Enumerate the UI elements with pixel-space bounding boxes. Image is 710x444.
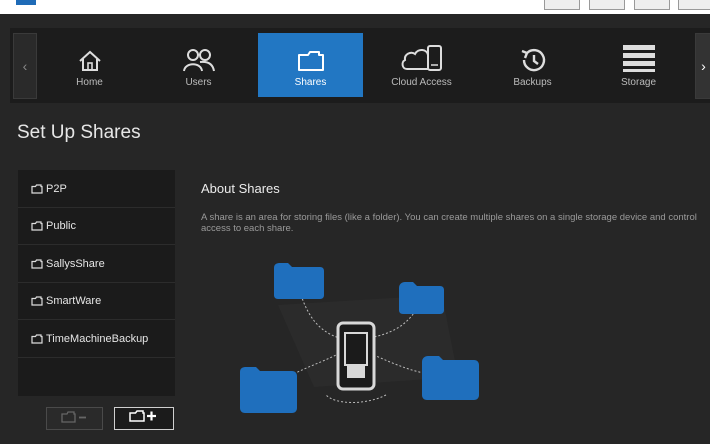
add-share-button[interactable] (114, 407, 174, 430)
header-button[interactable] (589, 0, 625, 10)
share-name: P2P (46, 182, 67, 195)
share-item-p2p[interactable]: P2P (18, 170, 175, 208)
share-item-sallysshare[interactable]: SallysShare (18, 245, 175, 283)
about-shares-description: A share is an area for storing files (li… (201, 212, 697, 234)
folder-icon (31, 295, 43, 306)
shares-list: P2P Public SallysShare SmartWare TimeMac… (18, 170, 175, 396)
nav-item-label: Cloud Access (391, 77, 452, 88)
share-name: Public (46, 219, 76, 232)
storage-icon (586, 33, 691, 73)
folder-icon (258, 33, 363, 73)
share-item-smartware[interactable]: SmartWare (18, 282, 175, 320)
share-name: SmartWare (46, 294, 102, 307)
folder-icon (31, 183, 43, 194)
nav-item-label: Backups (513, 77, 552, 88)
top-header-strip (0, 0, 710, 14)
folder-icon (31, 258, 43, 269)
users-icon (146, 33, 251, 73)
share-name: SallysShare (46, 257, 105, 270)
nav-item-backups[interactable]: Backups (480, 33, 585, 97)
nav-item-label: Storage (620, 77, 657, 88)
nav-scroll-right-button[interactable]: › (695, 33, 710, 99)
nav-item-shares[interactable]: Shares (258, 33, 363, 97)
nav-item-storage[interactable]: Storage (586, 33, 691, 97)
history-icon (480, 33, 585, 73)
main-nav-bar: ‹ Home Users Shares Cloud Access Backups (10, 28, 710, 103)
header-button[interactable] (678, 0, 710, 10)
nav-item-label: Shares (294, 77, 327, 88)
nav-item-cloud-access[interactable]: Cloud Access (369, 33, 474, 97)
cloud-device-icon (369, 33, 474, 73)
share-name: TimeMachineBackup (46, 332, 149, 345)
logo (16, 0, 36, 5)
folder-plus-icon (129, 409, 159, 428)
remove-share-button[interactable] (46, 407, 103, 430)
shares-illustration (236, 255, 496, 420)
chevron-right-icon: › (701, 58, 706, 74)
folder-icon (31, 333, 43, 344)
about-shares-heading: About Shares (201, 181, 280, 196)
nav-item-users[interactable]: Users (146, 33, 251, 97)
share-item-public[interactable]: Public (18, 207, 175, 245)
nav-item-label: Home (76, 77, 103, 88)
page-title: Set Up Shares (17, 122, 141, 143)
header-button[interactable] (544, 0, 580, 10)
folder-icon (31, 220, 43, 231)
share-item-timemachinebackup[interactable]: TimeMachineBackup (18, 320, 175, 358)
nav-scroll-left-button[interactable]: ‹ (13, 33, 37, 99)
folder-minus-icon (60, 410, 89, 428)
nav-item-label: Users (185, 77, 212, 88)
header-button[interactable] (634, 0, 670, 10)
home-icon (37, 33, 142, 73)
chevron-left-icon: ‹ (22, 58, 28, 74)
nav-item-home[interactable]: Home (37, 33, 142, 97)
